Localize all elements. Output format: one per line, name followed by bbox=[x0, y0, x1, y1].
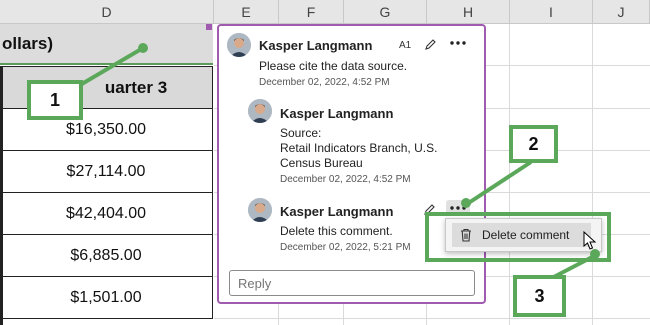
annotation-callout-1: 1 bbox=[27, 80, 83, 120]
annotation-dot bbox=[138, 43, 148, 53]
annotation-number: 1 bbox=[49, 89, 60, 110]
annotation-callout-2: 2 bbox=[509, 125, 558, 163]
annotation-number: 3 bbox=[534, 285, 545, 306]
annotation-callout-3: 3 bbox=[513, 275, 566, 317]
menu-highlight bbox=[425, 212, 611, 262]
annotation-number: 2 bbox=[528, 133, 539, 154]
annotation-dot bbox=[461, 198, 471, 208]
